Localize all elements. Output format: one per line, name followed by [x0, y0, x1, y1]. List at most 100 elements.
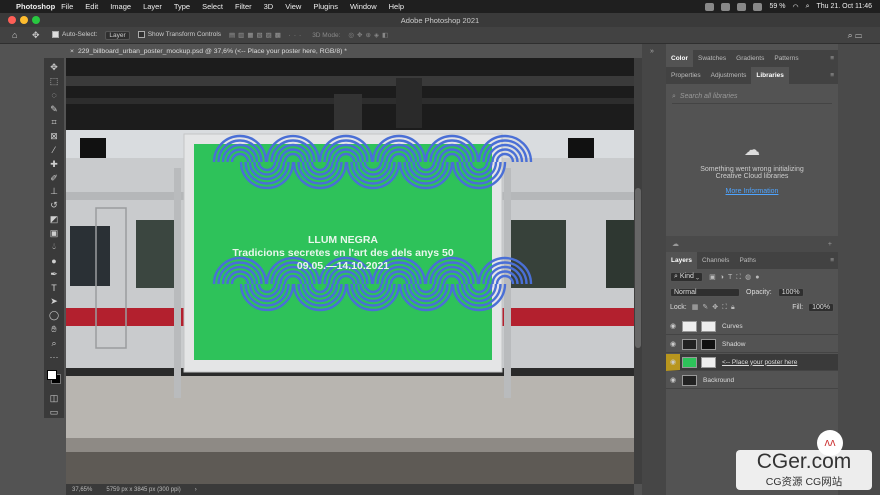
blend-row: Normal Opacity: 100%: [670, 288, 834, 297]
menu-view[interactable]: View: [279, 2, 307, 11]
tab-paths[interactable]: Paths: [734, 252, 761, 269]
menu-3d[interactable]: 3D: [258, 2, 280, 11]
blur-icon[interactable]: 💧︎: [48, 241, 60, 253]
close-tab-icon[interactable]: ×: [70, 48, 74, 55]
menu-window[interactable]: Window: [344, 2, 383, 11]
app-menu[interactable]: Photoshop: [8, 2, 55, 11]
close-button[interactable]: [8, 16, 16, 24]
menu-edit[interactable]: Edit: [79, 2, 104, 11]
kind-dropdown[interactable]: ⌕ Kind ⌄: [670, 272, 704, 282]
more-tools-icon[interactable]: ···: [48, 351, 60, 363]
panel-menu-icon[interactable]: ≡: [825, 50, 838, 67]
tab-layers[interactable]: Layers: [666, 252, 697, 269]
minimize-button[interactable]: [20, 16, 28, 24]
eye-icon[interactable]: ◉: [666, 340, 680, 348]
align-icons[interactable]: ▤▥▦▧▨▩ ···: [229, 31, 304, 39]
layer-row[interactable]: ◉ Backround: [666, 372, 838, 389]
fill-field[interactable]: 100%: [808, 303, 834, 312]
history-brush-icon[interactable]: ↺: [48, 200, 60, 212]
healing-icon[interactable]: ✚: [48, 158, 60, 170]
eye-icon[interactable]: ◉: [666, 376, 680, 384]
filter-icons[interactable]: ▣◑T⛶◍●: [709, 273, 763, 282]
search-icon[interactable]: ⌕: [806, 3, 810, 11]
type-tool-icon[interactable]: T: [48, 282, 60, 294]
color-swatches[interactable]: [46, 369, 62, 385]
tab-patterns[interactable]: Patterns: [769, 50, 803, 67]
document-tab[interactable]: × 229_billboard_urban_poster_mockup.psd …: [66, 44, 356, 58]
brush-tool-icon[interactable]: ✐: [48, 172, 60, 184]
status-icon[interactable]: [737, 2, 747, 11]
menu-filter[interactable]: Filter: [229, 2, 258, 11]
menu-image[interactable]: Image: [104, 2, 137, 11]
screen-mode-icon[interactable]: ▭: [48, 406, 60, 418]
layer-row[interactable]: ◉ Curves: [666, 318, 838, 335]
layer-row[interactable]: ◉ <-- Place your poster here: [666, 354, 838, 371]
library-search-input: Search all libraries: [679, 93, 738, 100]
vertical-scrollbar[interactable]: [634, 58, 642, 484]
transform-checkbox[interactable]: [137, 31, 145, 39]
home-icon[interactable]: ⌂: [12, 30, 17, 40]
tab-properties[interactable]: Properties: [666, 67, 706, 84]
status-icon[interactable]: [753, 2, 763, 11]
path-select-icon[interactable]: ➤: [48, 296, 60, 308]
tab-swatches[interactable]: Swatches: [693, 50, 731, 67]
auto-select-label: Auto-Select:: [62, 31, 98, 39]
panel-menu-icon[interactable]: ≡: [825, 67, 838, 84]
status-icon[interactable]: [721, 2, 731, 11]
hand-tool-icon[interactable]: ✋︎: [48, 324, 60, 336]
menu-type[interactable]: Type: [168, 2, 196, 11]
pen-tool-icon[interactable]: ✒: [48, 268, 60, 280]
menu-file[interactable]: File: [55, 2, 79, 11]
lock-icons[interactable]: ▦✎✥⛶🔒︎: [692, 303, 739, 312]
collapse-icon[interactable]: »: [650, 48, 654, 55]
lasso-tool-icon[interactable]: ◌: [48, 90, 60, 102]
3d-icons[interactable]: ◎✥⊕◈◧: [348, 31, 391, 39]
ellipse-tool-icon[interactable]: ◯: [48, 310, 60, 322]
zoom-button[interactable]: [32, 16, 40, 24]
move-tool-icon[interactable]: ✥: [32, 30, 40, 41]
menu-layer[interactable]: Layer: [137, 2, 168, 11]
marquee-tool-icon[interactable]: ⬚: [48, 76, 60, 88]
auto-select-checkbox[interactable]: [52, 31, 59, 39]
battery-text[interactable]: 59 %: [769, 3, 785, 10]
zoom-tool-icon[interactable]: ⌕: [48, 337, 60, 349]
menu-help[interactable]: Help: [383, 2, 410, 11]
panel-menu-icon[interactable]: ≡: [825, 252, 838, 269]
layer-thumbnail: [682, 338, 697, 350]
eye-icon[interactable]: ◉: [666, 358, 680, 366]
canvas[interactable]: LLUM NEGRA Tradicions secretes en l'art …: [66, 58, 634, 484]
datetime[interactable]: Thu 21. Oct 11:46: [816, 3, 872, 10]
dodge-icon[interactable]: ●: [48, 255, 60, 267]
stamp-tool-icon[interactable]: ⊥: [48, 186, 60, 198]
eraser-icon[interactable]: ◩: [48, 213, 60, 225]
library-panel-tabs: Properties Adjustments Libraries ≡: [666, 67, 838, 84]
share-icon[interactable]: ⌕ ▭: [848, 30, 862, 41]
tab-gradients[interactable]: Gradients: [731, 50, 769, 67]
gradient-icon[interactable]: ▣: [48, 227, 60, 239]
blend-mode-dropdown[interactable]: Normal: [670, 288, 740, 297]
library-search[interactable]: ⌕ Search all libraries: [672, 90, 832, 104]
menu-plugins[interactable]: Plugins: [307, 2, 344, 11]
menu-select[interactable]: Select: [196, 2, 229, 11]
eyedropper-icon[interactable]: ⁄: [48, 145, 60, 157]
status-icon[interactable]: [705, 2, 715, 11]
layer-row[interactable]: ◉ Shadow: [666, 336, 838, 353]
crop-tool-icon[interactable]: ⌗: [48, 117, 60, 129]
tab-adjustments[interactable]: Adjustments: [706, 67, 752, 84]
tab-libraries[interactable]: Libraries: [751, 67, 789, 84]
opacity-field[interactable]: 100%: [777, 288, 804, 297]
more-info-link[interactable]: More Information: [666, 188, 838, 195]
move-tool-icon[interactable]: ✥: [48, 62, 60, 74]
tab-color[interactable]: Color: [666, 50, 693, 67]
cloud-icon[interactable]: ☁︎: [672, 240, 679, 248]
frame-tool-icon[interactable]: ⊠: [48, 131, 60, 143]
layer-dropdown[interactable]: Layer: [105, 30, 130, 40]
add-library-icon[interactable]: +: [828, 241, 832, 248]
quick-mask-icon[interactable]: ◫: [48, 393, 60, 405]
wifi-icon[interactable]: ◠: [792, 3, 798, 11]
status-arrow-icon[interactable]: ›: [195, 487, 197, 493]
zoom-level[interactable]: 37,65%: [72, 487, 92, 493]
tab-channels[interactable]: Channels: [697, 252, 734, 269]
quick-select-icon[interactable]: ✎: [48, 103, 60, 115]
eye-icon[interactable]: ◉: [666, 322, 680, 330]
